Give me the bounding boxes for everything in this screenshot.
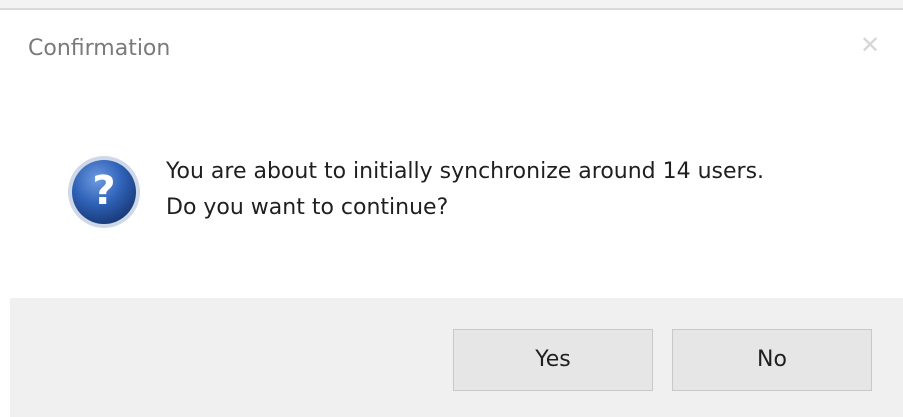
svg-text:?: ?: [92, 168, 115, 214]
dialog-message: You are about to initially synchronize a…: [166, 154, 866, 226]
message-line-2: Do you want to continue?: [166, 195, 449, 220]
dialog-footer: Yes No: [10, 298, 903, 417]
dialog-titlebar[interactable]: Confirmation ✕: [0, 12, 903, 82]
dialog-title: Confirmation: [28, 36, 171, 61]
question-icon: ?: [64, 152, 144, 232]
close-icon: ✕: [859, 31, 881, 59]
dialog-content: ? You are about to initially synchronize…: [0, 82, 903, 298]
no-button[interactable]: No: [672, 329, 872, 391]
window-top-edge: [0, 0, 903, 10]
message-line-1: You are about to initially synchronize a…: [166, 159, 765, 184]
close-button[interactable]: ✕: [853, 28, 887, 62]
yes-button[interactable]: Yes: [453, 329, 653, 391]
confirmation-dialog: Confirmation ✕ ? You are about to initia…: [0, 0, 903, 417]
